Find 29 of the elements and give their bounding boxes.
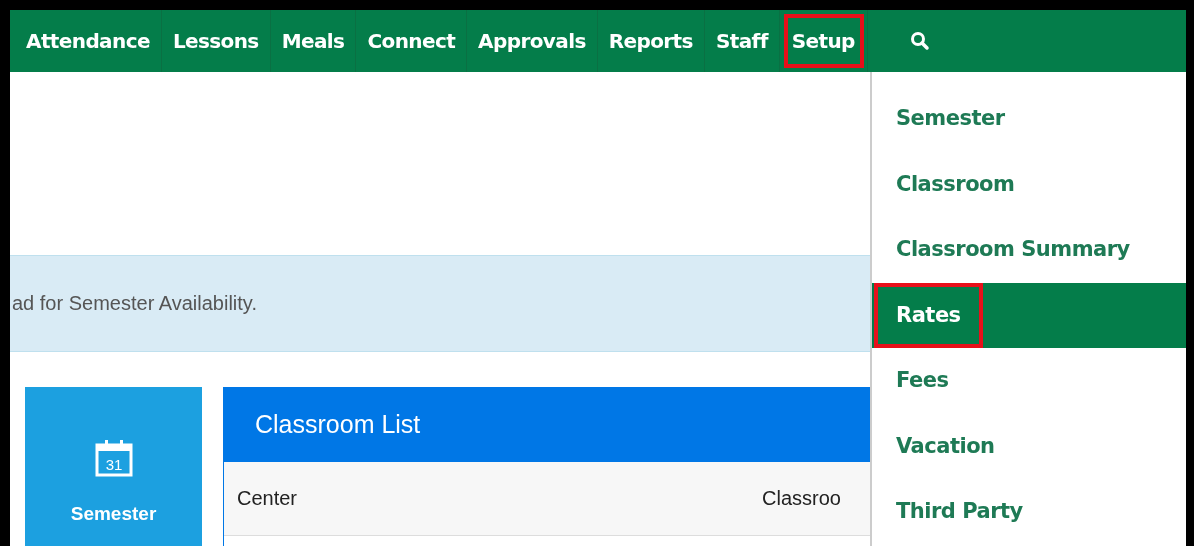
search-icon[interactable] xyxy=(909,31,930,51)
nav-link[interactable]: Attendance xyxy=(10,10,162,72)
panel-title: Classroom List xyxy=(255,410,421,439)
nav-link[interactable]: Approvals xyxy=(467,10,598,72)
menu-item[interactable]: Rates xyxy=(872,282,1186,348)
menu-item-label: Fees xyxy=(895,367,950,395)
menu-item-label: Semester xyxy=(895,105,1006,133)
menu-item-label: Vacation xyxy=(895,432,996,460)
nav-link[interactable]: Setup xyxy=(779,10,868,72)
tile-label: Semester xyxy=(70,503,157,525)
nav-link[interactable]: Lessons xyxy=(161,10,271,72)
menu-item[interactable]: Vacation xyxy=(872,413,1186,479)
menu-item-label: Third Party xyxy=(895,498,1024,526)
alert-text: ad for Semester Availability. xyxy=(12,292,257,315)
semester-tile[interactable]: 31 Semester xyxy=(25,387,202,546)
column-header: Center xyxy=(236,487,299,510)
menu-item-label: Classroom Summary xyxy=(895,236,1131,264)
nav-link[interactable]: Staff xyxy=(704,10,780,72)
menu-item-label: Classroom xyxy=(895,170,1016,198)
nav-link[interactable]: Meals xyxy=(270,10,357,72)
menu-item-label: Rates xyxy=(874,282,983,348)
column-header: Classroo xyxy=(762,487,841,510)
nav-link[interactable]: Connect xyxy=(356,10,468,72)
nav-link[interactable]: Reports xyxy=(597,10,705,72)
menu-item[interactable]: Semester xyxy=(872,86,1186,152)
menu-item[interactable]: Third Party xyxy=(872,479,1186,545)
menu-item[interactable]: Fees xyxy=(872,348,1186,414)
menu-item[interactable]: Classroom Summary xyxy=(872,217,1186,283)
menu-item[interactable]: Classroom xyxy=(872,151,1186,217)
